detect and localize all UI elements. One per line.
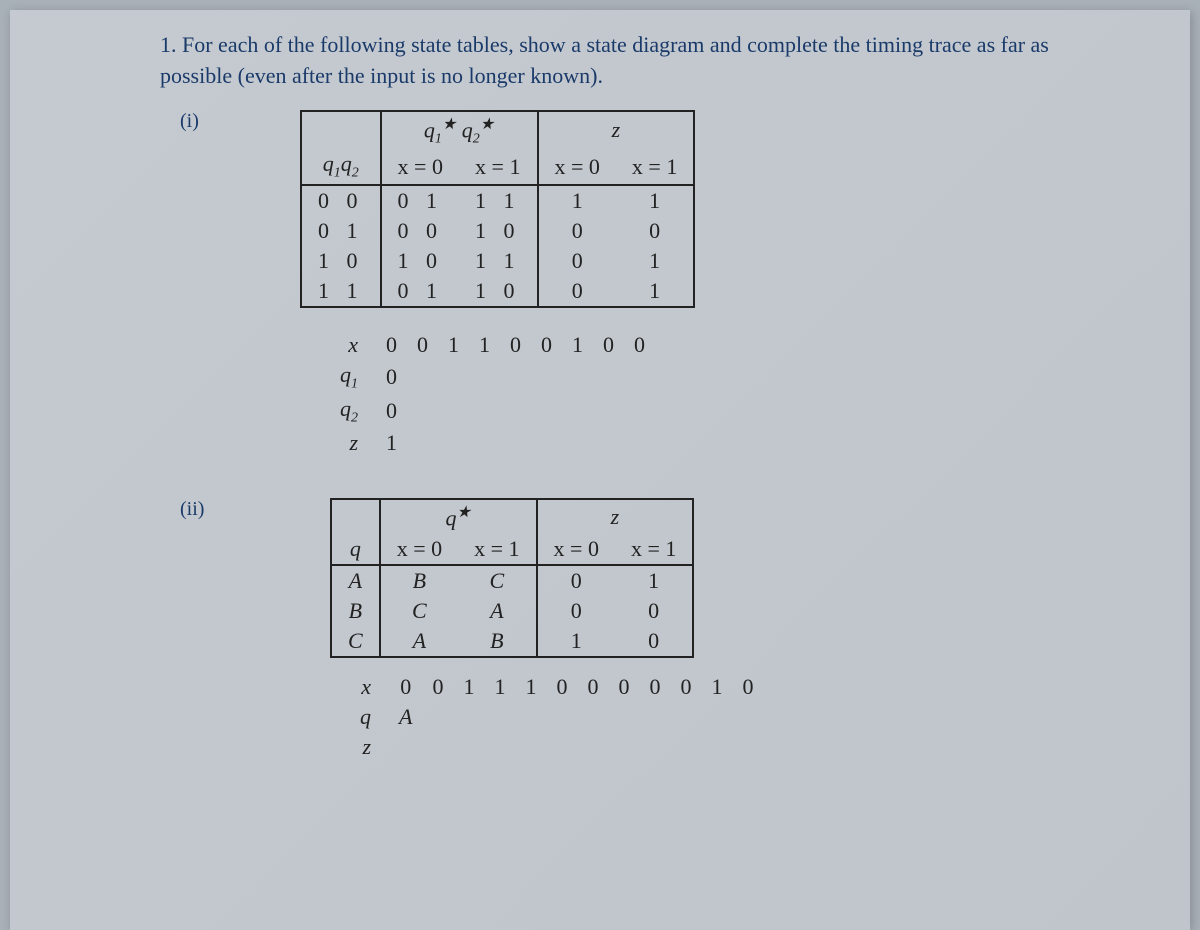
col-x0-ns: x = 0	[381, 149, 460, 184]
next-state-header: q1★ q2★	[381, 111, 538, 150]
timing-trace-ii: x 0 0 1 1 1 0 0 0 0 0 1 0 q A z	[350, 672, 763, 762]
table-row: B C A 0 0	[331, 596, 693, 626]
state-table-ii: q★ z q x = 0 x = 1 x = 0 x = 1 A B C 0 1…	[330, 498, 694, 657]
output-header-ii: z	[537, 499, 694, 533]
next-state-header-ii: q★	[380, 499, 537, 533]
col-x1-ns: x = 1	[459, 149, 538, 184]
col-x1-z: x = 1	[616, 149, 694, 184]
col-x0-z-ii: x = 0	[537, 534, 615, 565]
col-x0-z: x = 0	[538, 149, 616, 184]
state-col-header-ii: q	[331, 534, 380, 565]
col-x1-z-ii: x = 1	[615, 534, 693, 565]
timing-trace-i: x 0 0 1 1 0 0 1 0 0 q1 0 q2 0	[330, 330, 655, 459]
trace-row-q-ii: q A	[350, 702, 763, 732]
table-row: 0 0 0 1 1 1 1 1	[301, 185, 694, 216]
problem-number: 1.	[160, 32, 177, 57]
col-x1-ns-ii: x = 1	[458, 534, 536, 565]
q2-label: q2	[330, 394, 376, 428]
trace-row-z: z 1	[330, 428, 655, 458]
problem-text: For each of the following state tables, …	[160, 32, 1049, 88]
part-i-label: (i)	[180, 110, 199, 133]
state-col-header: q1q2	[301, 149, 381, 184]
part-i: (i) q1★ q2★ z q1q2 x = 0 x = 1 x = 0 x =…	[50, 110, 1150, 459]
trace-row-x-ii: x 0 0 1 1 1 0 0 0 0 0 1 0	[350, 672, 763, 702]
part-ii: (ii) q★ z q x = 0 x = 1 x = 0 x = 1 A B …	[50, 498, 1150, 761]
state-table-i: q1★ q2★ z q1q2 x = 0 x = 1 x = 0 x = 1 0…	[300, 110, 695, 308]
trace-row-z-ii: z	[350, 732, 763, 762]
trace-row-x: x 0 0 1 1 0 0 1 0 0	[330, 330, 655, 360]
table-row: 1 1 0 1 1 0 0 1	[301, 276, 694, 307]
q1-label: q1	[330, 360, 376, 394]
trace-row-q1: q1 0	[330, 360, 655, 394]
table-row: 0 1 0 0 1 0 0 0	[301, 216, 694, 246]
page: 1. For each of the following state table…	[10, 10, 1190, 930]
table-row: 1 0 1 0 1 1 0 1	[301, 246, 694, 276]
trace-row-q2: q2 0	[330, 394, 655, 428]
table-row: A B C 0 1	[331, 565, 693, 596]
problem-statement: 1. For each of the following state table…	[50, 30, 1150, 92]
table-row: C A B 1 0	[331, 626, 693, 657]
part-ii-label: (ii)	[180, 498, 204, 521]
col-x0-ns-ii: x = 0	[380, 534, 458, 565]
output-header: z	[538, 111, 695, 150]
